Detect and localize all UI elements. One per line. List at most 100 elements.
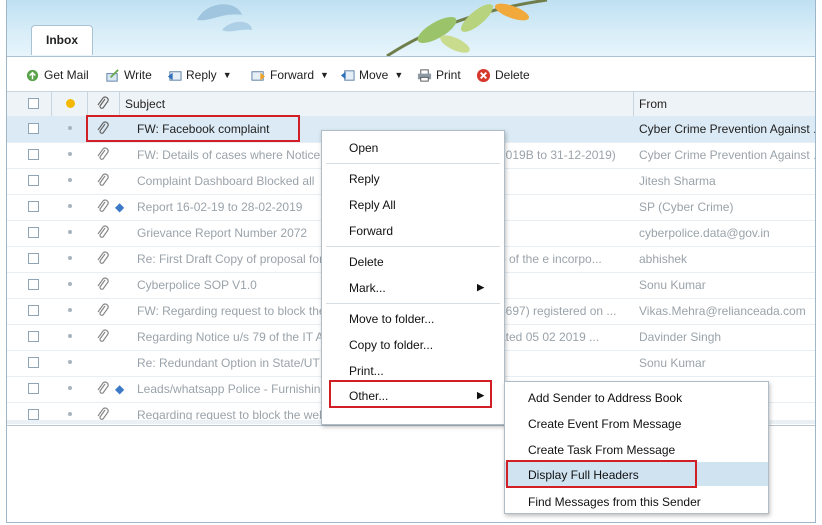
attachment-icon: [97, 225, 109, 238]
attachment-icon: [97, 173, 109, 186]
delete-button[interactable]: Delete: [476, 66, 530, 84]
tab-inbox[interactable]: Inbox: [31, 25, 93, 55]
write-icon: [106, 68, 119, 82]
read-status-dot[interactable]: [68, 230, 72, 234]
subject-column-header[interactable]: Subject: [125, 97, 165, 111]
menu-item-label: Add Sender to Address Book: [528, 391, 683, 405]
menu-item-label: Mark...: [349, 281, 386, 295]
move-label: Move: [359, 68, 389, 82]
read-status-dot[interactable]: [68, 386, 72, 390]
from-column-header[interactable]: From: [639, 97, 667, 111]
row-checkbox[interactable]: [28, 227, 39, 238]
read-status-dot[interactable]: [68, 152, 72, 156]
attachment-icon: [97, 381, 109, 394]
read-status-dot[interactable]: [68, 360, 72, 364]
attachment-icon: [97, 329, 109, 342]
message-from: Sonu Kumar: [639, 278, 706, 292]
message-subject: FW: Details of cases where Notice: [137, 148, 321, 162]
message-list-header: Subject From: [7, 91, 815, 117]
menu-item-label: Open: [349, 141, 379, 155]
forward-dropdown-icon[interactable]: ▼: [320, 70, 329, 80]
message-from: Vikas.Mehra@relianceada.com: [639, 304, 806, 318]
attachment-icon: [97, 199, 109, 212]
message-subject-tail: ated 05 02 2019 ...: [499, 330, 600, 344]
row-checkbox[interactable]: [28, 305, 39, 316]
attachment-icon: [97, 277, 109, 290]
unread-dot-icon[interactable]: [65, 98, 76, 109]
message-subject: FW: Regarding request to block the: [137, 304, 326, 318]
forwarded-icon: ◆: [115, 200, 125, 214]
read-status-dot[interactable]: [68, 256, 72, 260]
forward-button[interactable]: Forward ▼: [251, 66, 329, 84]
row-checkbox[interactable]: [28, 409, 39, 420]
move-dropdown-icon[interactable]: ▼: [394, 70, 403, 80]
reply-icon: [167, 70, 182, 81]
reply-dropdown-icon[interactable]: ▼: [223, 70, 232, 80]
menu-item-label: Forward: [349, 224, 394, 238]
attachment-column-icon[interactable]: [96, 96, 110, 112]
submenu-arrow-icon: ▶: [477, 282, 484, 292]
menu-item-label: Print...: [349, 364, 384, 378]
move-icon: [340, 69, 355, 81]
write-label: Write: [124, 68, 152, 82]
read-status-dot[interactable]: [68, 204, 72, 208]
message-subject: Regarding Notice u/s 79 of the IT A: [137, 330, 324, 344]
row-checkbox[interactable]: [28, 357, 39, 368]
row-checkbox[interactable]: [28, 253, 39, 264]
print-button[interactable]: Print: [417, 66, 461, 84]
menu-item-label: Move to folder...: [349, 312, 435, 326]
menu-item-label: Reply: [349, 172, 380, 186]
row-checkbox[interactable]: [28, 175, 39, 186]
message-from: Jitesh Sharma: [639, 174, 716, 188]
read-status-dot[interactable]: [68, 334, 72, 338]
message-subject: Report 16-02-19 to 28-02-2019: [137, 200, 303, 214]
message-subject: Re: First Draft Copy of proposal for: [137, 252, 324, 266]
menu-item-label: Delete: [349, 255, 384, 269]
get-mail-label: Get Mail: [44, 68, 89, 82]
row-checkbox[interactable]: [28, 279, 39, 290]
attachment-icon: [97, 147, 109, 160]
toolbar: Get Mail Write Reply ▼ Forward ▼ Move ▼ …: [7, 56, 815, 91]
highlight-selected-message: [86, 115, 300, 142]
highlight-other-item: [329, 380, 492, 408]
message-subject: Cyberpolice SOP V1.0: [137, 278, 257, 292]
read-status-dot[interactable]: [68, 412, 72, 416]
row-checkbox[interactable]: [28, 201, 39, 212]
select-all-checkbox[interactable]: [28, 98, 39, 109]
menu-item-label: Copy to folder...: [349, 338, 434, 352]
forwarded-icon: ◆: [115, 382, 125, 396]
forward-icon: [251, 70, 266, 81]
reply-label: Reply: [186, 68, 217, 82]
write-button[interactable]: Write: [105, 66, 152, 84]
get-mail-button[interactable]: Get Mail: [25, 66, 89, 84]
read-status-dot[interactable]: [68, 282, 72, 286]
read-status-dot[interactable]: [68, 178, 72, 182]
message-subject: Complaint Dashboard Blocked all: [137, 174, 315, 188]
message-from: abhishek: [639, 252, 688, 266]
read-status-dot[interactable]: [68, 308, 72, 312]
delete-icon: [476, 68, 491, 82]
message-subject-tail: 4697) registered on ...: [499, 304, 617, 318]
leaf-decoration: [197, 0, 548, 56]
row-checkbox[interactable]: [28, 123, 39, 134]
menu-item-label: Create Event From Message: [528, 417, 682, 431]
row-checkbox[interactable]: [28, 149, 39, 160]
printer-icon: [417, 68, 432, 82]
read-status-dot[interactable]: [68, 126, 72, 130]
reply-button[interactable]: Reply ▼: [167, 66, 232, 84]
menu-item-label: Find Messages from this Sender: [528, 495, 701, 509]
message-from: Davinder Singh: [639, 330, 722, 344]
row-checkbox[interactable]: [28, 383, 39, 394]
move-button[interactable]: Move ▼: [340, 66, 403, 84]
message-subject-tail: 2019B to 31-12-2019): [499, 148, 616, 162]
message-subject: Leads/whatsapp Police - Furnishing: [137, 382, 328, 396]
message-from: Cyber Crime Prevention Against ...: [639, 148, 816, 162]
row-checkbox[interactable]: [28, 331, 39, 342]
print-label: Print: [436, 68, 461, 82]
message-from: Sonu Kumar: [639, 356, 706, 370]
message-subject-tail: p of the e incorpo...: [499, 252, 602, 266]
attachment-icon: [97, 303, 109, 316]
get-mail-icon: [26, 69, 39, 81]
message-from: Cyber Crime Prevention Against ...: [639, 122, 816, 136]
menu-item-label: Create Task From Message: [528, 443, 676, 457]
